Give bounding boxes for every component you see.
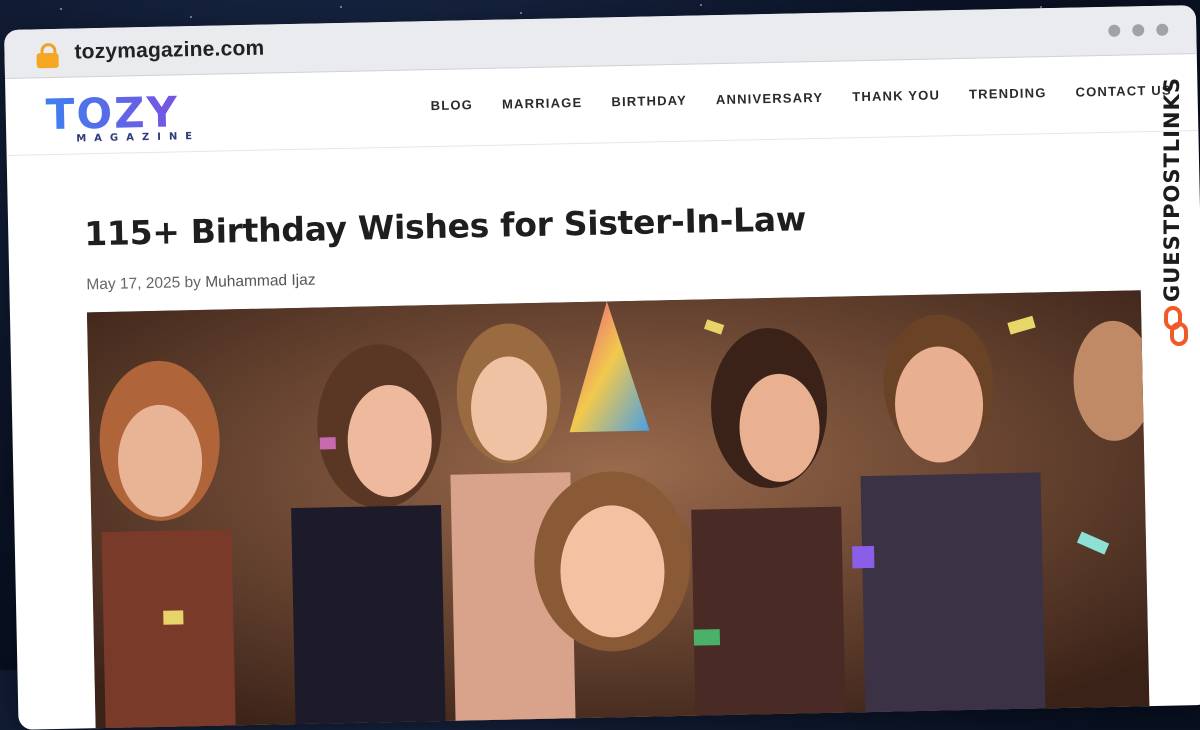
- main-nav: BLOG MARRIAGE BIRTHDAY ANNIVERSARY THANK…: [431, 83, 1172, 114]
- article-title: 115+ Birthday Wishes for Sister-In-Law: [83, 199, 807, 254]
- chain-link-icon: [1164, 306, 1188, 346]
- window-controls: [1108, 23, 1169, 37]
- browser-window: tozymagazine.com TOZY MAGAZINE BLOG MARR…: [4, 5, 1200, 730]
- person-left: [99, 360, 236, 730]
- birthday-party-illustration: [86, 290, 1150, 730]
- article-date[interactable]: May 17, 2025: [86, 274, 180, 293]
- window-dot-icon[interactable]: [1108, 24, 1121, 37]
- nav-item-thank-you[interactable]: THANK YOU: [852, 87, 940, 104]
- site-logo[interactable]: TOZY MAGAZINE: [45, 87, 276, 148]
- guestpostlinks-banner: GUESTPOSTLINKS: [1156, 56, 1196, 356]
- window-dot-icon[interactable]: [1156, 23, 1169, 36]
- nav-item-marriage[interactable]: MARRIAGE: [502, 95, 583, 112]
- nav-item-blog[interactable]: BLOG: [431, 97, 474, 113]
- article-author[interactable]: Muhammad Ijaz: [205, 272, 316, 291]
- url-bar[interactable]: tozymagazine.com: [74, 37, 264, 65]
- lock-icon: [36, 42, 59, 69]
- article-by: by: [184, 273, 202, 292]
- nav-item-anniversary[interactable]: ANNIVERSARY: [716, 90, 824, 107]
- banner-text: GUESTPOSTLINKS: [1160, 77, 1184, 302]
- window-dot-icon[interactable]: [1132, 24, 1145, 37]
- hero-image: [86, 290, 1150, 730]
- nav-item-birthday[interactable]: BIRTHDAY: [611, 93, 687, 110]
- article-meta: May 17, 2025 by Muhammad Ijaz: [86, 272, 316, 295]
- nav-item-trending[interactable]: TRENDING: [969, 85, 1047, 102]
